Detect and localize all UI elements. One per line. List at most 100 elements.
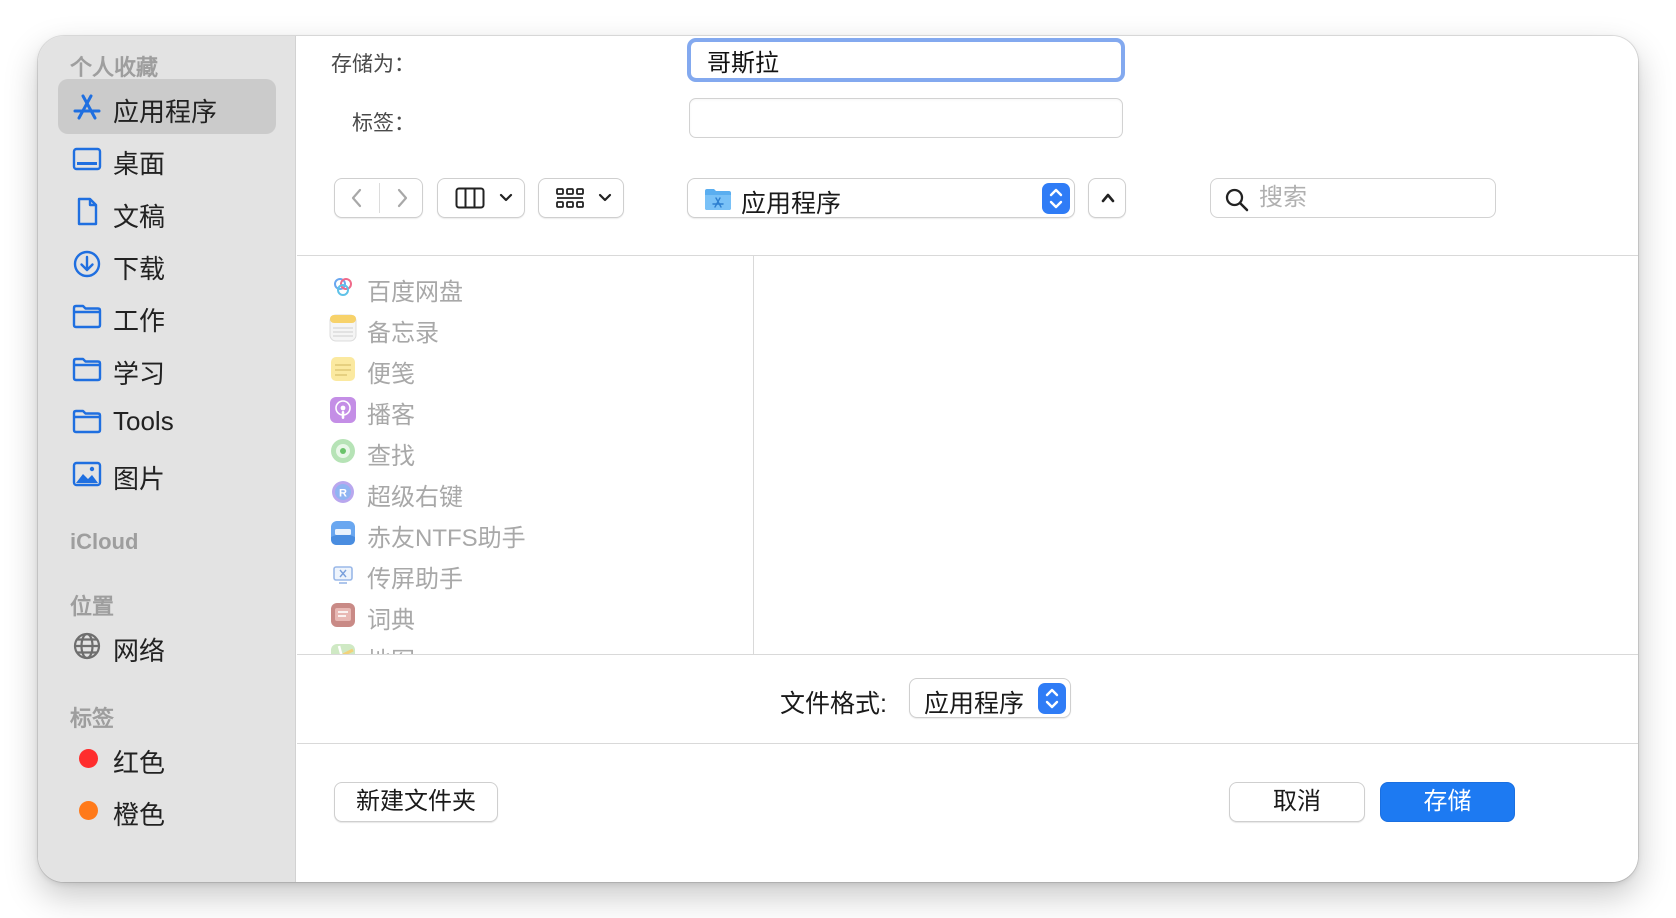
sidebar-item-label: 学习: [113, 359, 166, 389]
sidebar-item-label: 工作: [113, 306, 166, 336]
favorites-header: 个人收藏: [70, 55, 159, 80]
file-name: 赤友NTFS助手: [367, 525, 526, 552]
sidebar-item-pictures[interactable]: 图片: [58, 446, 276, 501]
sidebar-item-label: 网络: [113, 636, 166, 666]
list-item[interactable]: 百度网盘: [297, 267, 753, 308]
orange-tag-dot: [79, 801, 98, 820]
sidebar-item-work[interactable]: 工作: [58, 288, 276, 343]
file-browser: 百度网盘 备忘录 便笺 播客 查找 R 超级右键 赤友NTFS助手 传屏助手 词…: [297, 256, 1638, 654]
sidebar-item-label: 桌面: [113, 149, 166, 179]
file-name: 查找: [367, 443, 415, 470]
maps-icon: [331, 644, 355, 654]
list-item[interactable]: 赤友NTFS助手: [297, 513, 753, 554]
location-popup[interactable]: 应用程序: [687, 178, 1075, 218]
list-item[interactable]: R 超级右键: [297, 472, 753, 513]
search-field[interactable]: [1210, 178, 1496, 218]
sidebar-item-documents[interactable]: 文稿: [58, 184, 276, 239]
sidebar-item-applications[interactable]: 应用程序: [58, 79, 276, 134]
notes-icon: [329, 314, 357, 342]
format-popup[interactable]: 应用程序: [909, 678, 1071, 718]
list-item[interactable]: 传屏助手: [297, 554, 753, 595]
chevron-left-icon: [351, 188, 362, 208]
file-name: 百度网盘: [367, 279, 463, 306]
save-as-input[interactable]: [687, 38, 1125, 82]
chevron-down-icon: [598, 193, 612, 202]
main-pane: 存储为： 标签：: [297, 36, 1638, 882]
nav-button-group: [334, 178, 423, 218]
format-value: 应用程序: [924, 690, 1025, 718]
sidebar-item-label: Tools: [113, 406, 174, 436]
sidebar-item-network[interactable]: 网络: [58, 618, 276, 673]
sidebar-item-study[interactable]: 学习: [58, 341, 276, 396]
sidebar-item-tools[interactable]: Tools: [58, 393, 276, 448]
list-item[interactable]: 播客: [297, 390, 753, 431]
save-button[interactable]: 存储: [1380, 782, 1515, 822]
sidebar-item-tag-red[interactable]: 红色: [58, 730, 276, 785]
stepper-icon: [1038, 683, 1066, 714]
list-item[interactable]: 词典: [297, 595, 753, 636]
group-grid-icon: [556, 188, 584, 208]
sidebar-item-label: 橙色: [113, 800, 166, 830]
sidebar: 个人收藏 应用程序 桌面 文稿 下载 工作 学习 Tools 图片 iCloud…: [38, 36, 296, 882]
format-label: 文件格式:: [780, 690, 887, 718]
icloud-header: iCloud: [70, 529, 139, 554]
new-folder-button[interactable]: 新建文件夹: [334, 782, 498, 822]
apps-icon: [73, 94, 101, 120]
column-view-icon: [455, 187, 485, 209]
document-icon: [77, 197, 98, 226]
search-input[interactable]: [1259, 183, 1479, 213]
tags-header: 标签: [70, 706, 115, 731]
divider: [297, 654, 1638, 655]
save-as-label: 存储为：: [331, 53, 415, 76]
list-item[interactable]: 地图: [297, 636, 753, 654]
chevron-down-icon: [499, 193, 513, 202]
applications-folder-icon: [705, 189, 731, 210]
back-button[interactable]: [335, 179, 379, 217]
folder-icon: [72, 304, 102, 329]
find-my-icon: [331, 439, 355, 463]
tags-input[interactable]: [689, 98, 1123, 138]
file-name: 词典: [367, 607, 415, 634]
search-icon: [1225, 188, 1249, 212]
file-name: 地图: [367, 641, 415, 654]
sidebar-item-tag-orange[interactable]: 橙色: [58, 782, 276, 837]
download-icon: [73, 250, 101, 278]
red-tag-dot: [79, 749, 98, 768]
svg-text:R: R: [339, 488, 347, 500]
file-name: 超级右键: [367, 484, 463, 511]
sidebar-item-desktop[interactable]: 桌面: [58, 131, 276, 186]
collapse-button[interactable]: [1088, 178, 1126, 218]
photo-icon: [72, 461, 102, 487]
file-name: 传屏助手: [367, 566, 463, 593]
sidebar-item-label: 文稿: [113, 202, 166, 232]
list-item[interactable]: 便笺: [297, 349, 753, 390]
chevron-right-icon: [397, 188, 408, 208]
save-dialog: 个人收藏 应用程序 桌面 文稿 下载 工作 学习 Tools 图片 iCloud…: [38, 36, 1638, 882]
stickies-icon: [331, 357, 355, 381]
forward-button[interactable]: [380, 179, 423, 217]
ntfs-icon: [331, 521, 355, 545]
screen-cast-icon: [333, 566, 353, 584]
tags-label: 标签：: [352, 112, 415, 135]
browser-column: 百度网盘 备忘录 便笺 播客 查找 R 超级右键 赤友NTFS助手 传屏助手 词…: [297, 256, 754, 654]
sidebar-item-label: 红色: [113, 748, 166, 778]
file-name: 备忘录: [367, 320, 439, 347]
sidebar-item-downloads[interactable]: 下载: [58, 236, 276, 291]
location-label: 应用程序: [741, 190, 842, 218]
folder-icon: [72, 357, 102, 382]
sidebar-item-label: 应用程序: [113, 97, 218, 127]
list-item[interactable]: 查找: [297, 431, 753, 472]
list-item[interactable]: 备忘录: [297, 308, 753, 349]
baidu-netdisk-icon: [334, 278, 352, 296]
cancel-button[interactable]: 取消: [1229, 782, 1365, 822]
chevron-up-icon: [1101, 193, 1115, 203]
file-name: 播客: [367, 402, 415, 429]
view-mode-button[interactable]: [437, 178, 525, 218]
stepper-icon: [1042, 183, 1070, 214]
group-button[interactable]: [538, 178, 624, 218]
file-name: 便笺: [367, 361, 415, 388]
podcasts-icon: [330, 397, 356, 423]
network-icon: [73, 632, 101, 660]
dictionary-icon: [331, 603, 355, 627]
super-right-click-icon: R: [332, 481, 354, 503]
